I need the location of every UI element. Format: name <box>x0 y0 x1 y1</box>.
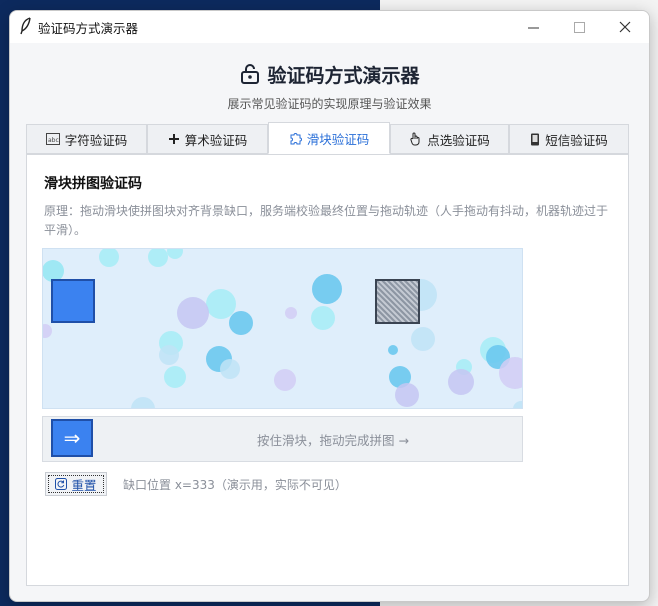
gap-position-info: 缺口位置 x=333（演示用，实际不可见） <box>123 478 347 492</box>
arrow-right-icon: ⇒ <box>63 426 81 450</box>
page-title: 验证码方式演示器 <box>10 61 649 88</box>
panel-description: 原理：拖动滑块使拼图块对齐背景缺口，服务端校验最终位置与拖动轨迹（人手拖动有抖动… <box>44 204 609 237</box>
reset-button[interactable]: 重置 <box>45 472 107 496</box>
minimize-icon <box>527 27 539 28</box>
tab-char-captcha[interactable]: abc 字符验证码 <box>26 124 147 154</box>
tab-bar: abc 字符验证码 算术验证码 滑块验证码 点选验证码 短信验证码 <box>26 122 629 154</box>
slider-handle[interactable]: ⇒ <box>51 419 93 457</box>
maximize-button[interactable] <box>556 11 602 43</box>
pointer-hand-icon <box>410 132 420 146</box>
close-button[interactable] <box>602 11 648 43</box>
refresh-icon <box>55 478 68 490</box>
window-title: 验证码方式演示器 <box>38 21 139 36</box>
puzzle-background-image <box>42 248 523 409</box>
svg-text:abc: abc <box>48 137 59 144</box>
puzzle-gap-target <box>375 279 420 324</box>
page-title-text: 验证码方式演示器 <box>267 65 420 87</box>
minimize-button[interactable] <box>510 11 556 43</box>
maximize-icon <box>573 21 585 33</box>
lock-icon <box>241 64 260 84</box>
bubble-background <box>43 249 522 408</box>
puzzle-piece[interactable] <box>51 279 95 323</box>
tab-arith-captcha[interactable]: 算术验证码 <box>147 124 268 154</box>
close-icon <box>619 21 631 33</box>
slider-track[interactable]: ⇒ 按住滑块，拖动完成拼图 → <box>42 416 523 462</box>
panel-title: 滑块拼图验证码 <box>44 176 142 192</box>
plus-icon <box>168 134 179 144</box>
text-abc-icon: abc <box>45 133 60 145</box>
app-window: 验证码方式演示器 验证码方式演示器 展示常见验证码的实现原理与验证效果 abc … <box>9 10 650 602</box>
page-subtitle: 展示常见验证码的实现原理与验证效果 <box>227 97 432 111</box>
tab-click-captcha[interactable]: 点选验证码 <box>390 124 509 154</box>
phone-icon <box>531 133 540 145</box>
slider-hint: 按住滑块，拖动完成拼图 → <box>257 433 409 448</box>
feather-icon <box>20 17 31 35</box>
slider-captcha-panel: 滑块拼图验证码 原理：拖动滑块使拼图块对齐背景缺口，服务端校验最终位置与拖动轨迹… <box>26 154 629 586</box>
puzzle-icon <box>290 132 302 144</box>
tab-slider-captcha[interactable]: 滑块验证码 <box>268 122 390 154</box>
tab-sms-captcha[interactable]: 短信验证码 <box>509 124 629 154</box>
title-bar[interactable]: 验证码方式演示器 <box>10 11 649 43</box>
